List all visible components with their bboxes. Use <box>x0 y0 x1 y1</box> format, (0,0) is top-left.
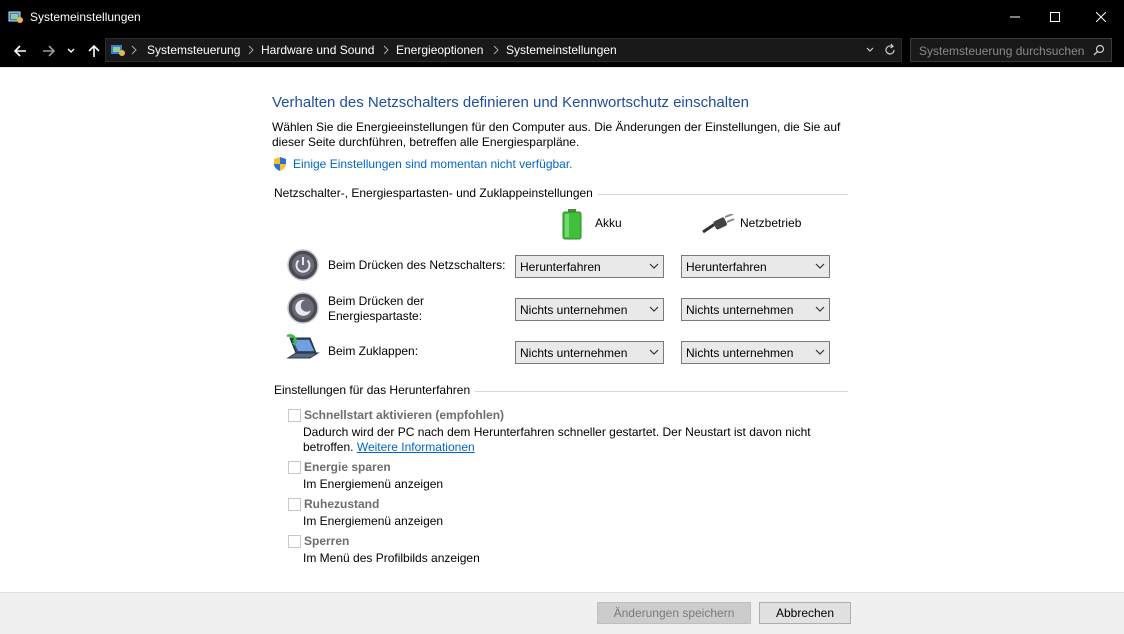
shutdown-section-header: Einstellungen für das Herunterfahren <box>274 383 848 399</box>
chevron-right-icon <box>383 45 389 55</box>
search-icon[interactable] <box>1093 44 1105 56</box>
lock-option-label: Sperren <box>304 534 350 548</box>
close-button[interactable] <box>1078 0 1124 34</box>
uac-shield-icon <box>274 157 286 171</box>
sleep-button-icon <box>287 292 319 324</box>
chevron-down-icon <box>67 48 75 53</box>
chevron-down-icon <box>815 349 825 355</box>
unavailable-settings-link[interactable]: Einige Einstellungen sind momentan nicht… <box>272 156 573 175</box>
laptop-lid-icon <box>286 334 320 359</box>
page-description: Wählen Sie die Energieeinstellungen für … <box>272 120 841 149</box>
arrow-right-icon <box>43 45 56 57</box>
row-label-power-button: Beim Drücken des Netzschalters: <box>328 258 506 272</box>
chevron-down-icon <box>649 349 659 355</box>
fast-startup-checkbox[interactable] <box>288 409 301 422</box>
column-header-ac: Netzbetrieb <box>740 216 802 230</box>
back-button[interactable] <box>10 41 30 61</box>
power-section-title: Netzschalter-, Energiespartasten- und Zu… <box>274 186 598 200</box>
select-value: Nichts unternehmen <box>686 346 794 360</box>
column-header-battery: Akku <box>595 216 622 230</box>
chevron-down-icon <box>649 263 659 269</box>
maximize-icon <box>1050 12 1060 22</box>
select-value: Herunterfahren <box>686 260 767 274</box>
refresh-icon[interactable] <box>883 43 897 57</box>
sleep-checkbox[interactable] <box>288 461 301 474</box>
power-button-icon <box>287 249 319 281</box>
page-title: Verhalten des Netzschalters definieren u… <box>272 94 749 111</box>
lid-close-ac-select[interactable]: Nichts unternehmen <box>681 341 830 364</box>
power-plug-icon <box>702 214 735 234</box>
breadcrumb-item-hardware-und-sound[interactable]: Hardware und Sound <box>261 43 374 57</box>
save-changes-button[interactable]: Änderungen speichern <box>597 602 751 624</box>
recent-locations-button[interactable] <box>64 41 78 61</box>
chevron-right-icon <box>131 45 137 55</box>
footer-bar: Änderungen speichern Abbrechen <box>0 592 1124 634</box>
title-bar: Systemeinstellungen <box>0 0 1124 34</box>
sleep-option-label: Energie sparen <box>304 460 391 474</box>
chevron-right-icon <box>493 45 499 55</box>
select-value: Nichts unternehmen <box>520 346 628 360</box>
arrow-up-icon <box>88 44 100 57</box>
close-icon <box>1096 12 1106 22</box>
select-value: Nichts unternehmen <box>520 303 628 317</box>
battery-icon <box>562 209 582 240</box>
control-panel-icon <box>111 45 125 56</box>
window-title: Systemeinstellungen <box>30 10 141 24</box>
hibernate-option-label: Ruhezustand <box>304 497 380 511</box>
fast-startup-description: Dadurch wird der PC nach dem Herunterfah… <box>303 425 823 455</box>
sleep-button-ac-select[interactable]: Nichts unternehmen <box>681 298 830 321</box>
row-label-lid-close: Beim Zuklappen: <box>328 344 419 358</box>
forward-button[interactable] <box>39 41 59 61</box>
breadcrumb-item-systemsteuerung[interactable]: Systemsteuerung <box>147 43 240 57</box>
chevron-down-icon[interactable] <box>866 47 874 53</box>
arrow-left-icon <box>13 45 26 57</box>
up-button[interactable] <box>84 41 104 61</box>
search-placeholder: Systemsteuerung durchsuchen <box>919 44 1085 58</box>
lid-close-battery-select[interactable]: Nichts unternehmen <box>515 341 664 364</box>
minimize-icon <box>1010 16 1020 18</box>
address-bar: Systemsteuerung Hardware und Sound Energ… <box>0 34 1124 67</box>
main-content: Verhalten des Netzschalters definieren u… <box>0 67 1124 593</box>
power-buttons-section-header: Netzschalter-, Energiespartasten- und Zu… <box>274 186 848 202</box>
chevron-down-icon <box>649 306 659 312</box>
control-panel-icon <box>8 11 23 23</box>
breadcrumb-item-systemeinstellungen[interactable]: Systemeinstellungen <box>506 43 617 57</box>
power-button-battery-select[interactable]: Herunterfahren <box>515 255 664 278</box>
sleep-button-battery-select[interactable]: Nichts unternehmen <box>515 298 664 321</box>
breadcrumb-item-energieoptionen[interactable]: Energieoptionen <box>396 43 483 57</box>
chevron-down-icon <box>815 306 825 312</box>
shutdown-section-title: Einstellungen für das Herunterfahren <box>274 383 476 397</box>
breadcrumb[interactable]: Systemsteuerung Hardware und Sound Energ… <box>105 38 902 62</box>
maximize-button[interactable] <box>1032 0 1078 34</box>
hibernate-checkbox[interactable] <box>288 498 301 511</box>
hibernate-option-description: Im Energiemenü anzeigen <box>303 514 444 528</box>
search-input[interactable]: Systemsteuerung durchsuchen <box>910 38 1112 62</box>
chevron-right-icon <box>248 45 254 55</box>
select-value: Herunterfahren <box>520 260 601 274</box>
cancel-button[interactable]: Abbrechen <box>759 602 851 624</box>
more-info-link[interactable]: Weitere Informationen <box>357 440 475 454</box>
lock-option-description: Im Menü des Profilbilds anzeigen <box>303 551 480 565</box>
fast-startup-label: Schnellstart aktivieren (empfohlen) <box>304 408 505 422</box>
sleep-option-description: Im Energiemenü anzeigen <box>303 477 444 491</box>
chevron-down-icon <box>815 263 825 269</box>
select-value: Nichts unternehmen <box>686 303 794 317</box>
power-button-ac-select[interactable]: Herunterfahren <box>681 255 830 278</box>
lock-checkbox[interactable] <box>288 535 301 548</box>
row-label-sleep-button: Beim Drücken der Energiespartaste: <box>328 294 425 323</box>
unavailable-settings-text[interactable]: Einige Einstellungen sind momentan nicht… <box>293 157 573 171</box>
